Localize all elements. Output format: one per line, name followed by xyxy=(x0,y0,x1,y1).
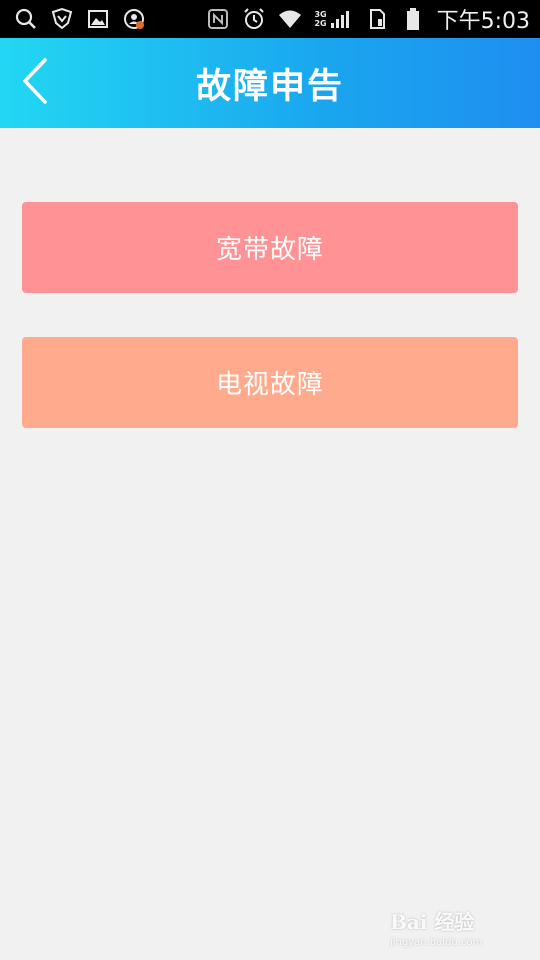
watermark-url: jingyan.baidu.com xyxy=(390,937,483,948)
wifi-icon xyxy=(278,7,302,31)
watermark-logo: Bai 经验 xyxy=(390,910,475,934)
chevron-left-icon xyxy=(21,57,49,109)
network-type: 3G 2G xyxy=(314,10,326,28)
shield-icon xyxy=(50,7,74,31)
status-bar-right: 3G 2G 下午5:03 xyxy=(206,3,530,35)
battery-icon xyxy=(401,7,425,31)
app-header: 故障申告 xyxy=(0,38,540,128)
nfc-icon xyxy=(206,7,230,31)
search-icon xyxy=(14,7,38,31)
page-title: 故障申告 xyxy=(195,66,344,107)
user-badge-icon xyxy=(122,7,146,31)
broadband-fault-button[interactable]: 宽带故障 xyxy=(22,202,518,293)
signal-icon xyxy=(329,7,353,31)
status-bar: 3G 2G 下午5:03 xyxy=(0,0,540,38)
broadband-fault-label: 宽带故障 xyxy=(215,235,324,265)
network-2g-label: 2G xyxy=(314,19,327,28)
tv-fault-button[interactable]: 电视故障 xyxy=(22,337,518,428)
tv-fault-label: 电视故障 xyxy=(215,370,324,400)
alarm-icon xyxy=(242,7,266,31)
network-3g-label: 3G xyxy=(314,10,327,19)
image-icon xyxy=(86,7,110,31)
back-button[interactable] xyxy=(18,58,52,108)
baidu-jingyan-watermark: Bai 经验 jingyan.baidu.com xyxy=(390,906,510,948)
sim-icon xyxy=(365,7,389,31)
status-time: 下午5:03 xyxy=(436,9,530,34)
status-bar-left xyxy=(14,7,146,31)
